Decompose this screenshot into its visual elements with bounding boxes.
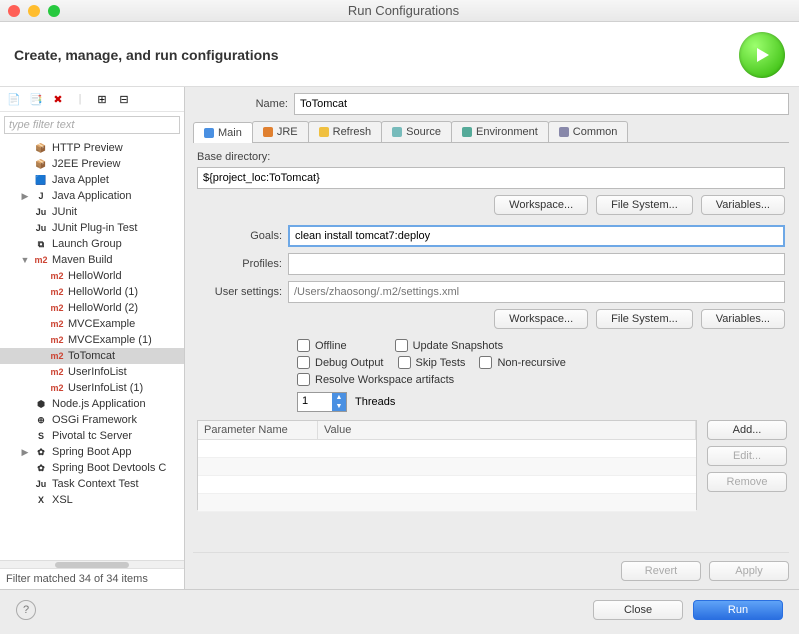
window-title: Run Configurations <box>68 3 739 18</box>
tree-item-node-js-application[interactable]: ⬢Node.js Application <box>0 396 184 412</box>
tree-item-helloworld-2-[interactable]: m2HelloWorld (2) <box>0 300 184 316</box>
zoom-traffic-light[interactable] <box>48 5 60 17</box>
variables-button[interactable]: Variables... <box>701 195 785 215</box>
tree-item-spring-boot-devtools-c[interactable]: ✿Spring Boot Devtools C <box>0 460 184 476</box>
dialog-header: Create, manage, and run configurations <box>0 22 799 87</box>
variables-button-2[interactable]: Variables... <box>701 309 785 329</box>
filesystem-button-2[interactable]: File System... <box>596 309 693 329</box>
tree-item-osgi-framework[interactable]: ⊕OSGi Framework <box>0 412 184 428</box>
edit-button[interactable]: Edit... <box>707 446 787 466</box>
tab-common[interactable]: Common <box>548 121 629 142</box>
dialog-footer: ? Close Run <box>0 589 799 630</box>
filter-input[interactable]: type filter text <box>4 116 180 134</box>
tree-item-spring-boot-app[interactable]: ▶✿Spring Boot App <box>0 444 184 460</box>
tree-item-mvcexample-1-[interactable]: m2MVCExample (1) <box>0 332 184 348</box>
workspace-button-2[interactable]: Workspace... <box>494 309 588 329</box>
delete-icon[interactable]: ✖ <box>50 91 66 107</box>
run-button[interactable]: Run <box>693 600 783 620</box>
resolve-checkbox[interactable]: Resolve Workspace artifacts <box>297 373 454 386</box>
name-input[interactable] <box>294 93 789 115</box>
goals-input[interactable] <box>288 225 785 247</box>
tab-refresh[interactable]: Refresh <box>308 121 383 142</box>
tree-item-helloworld[interactable]: m2HelloWorld <box>0 268 184 284</box>
left-toolbar: 📄 📑 ✖ | ⊞ ⊟ <box>0 87 184 112</box>
tree-item-java-application[interactable]: ▶JJava Application <box>0 188 184 204</box>
tab-main[interactable]: Main <box>193 122 253 143</box>
tree-item-maven-build[interactable]: ▼m2Maven Build <box>0 252 184 268</box>
usersettings-input[interactable] <box>288 281 785 303</box>
expand-icon[interactable]: ⊞ <box>94 91 110 107</box>
config-tabs: Main JRE Refresh Source Environment Comm… <box>193 121 789 143</box>
col-param-name: Parameter Name <box>198 421 318 439</box>
tree-item-j2ee-preview[interactable]: 📦J2EE Preview <box>0 156 184 172</box>
close-button[interactable]: Close <box>593 600 683 620</box>
threads-label: Threads <box>355 396 395 408</box>
profiles-input[interactable] <box>288 253 785 275</box>
basedir-label: Base directory: <box>197 151 785 163</box>
offline-checkbox[interactable]: Offline <box>297 339 347 352</box>
tree-item-xsl[interactable]: XXSL <box>0 492 184 508</box>
minimize-traffic-light[interactable] <box>28 5 40 17</box>
tree-item-totomcat[interactable]: m2ToTomcat <box>0 348 184 364</box>
tree-item-pivotal-tc-server[interactable]: SPivotal tc Server <box>0 428 184 444</box>
skip-checkbox[interactable]: Skip Tests <box>398 356 466 369</box>
debug-checkbox[interactable]: Debug Output <box>297 356 384 369</box>
tree-item-http-preview[interactable]: 📦HTTP Preview <box>0 140 184 156</box>
tree-item-userinfolist[interactable]: m2UserInfoList <box>0 364 184 380</box>
separator: | <box>72 91 88 107</box>
header-subtitle: Create, manage, and run configurations <box>14 47 279 63</box>
macos-titlebar: Run Configurations <box>0 0 799 22</box>
apply-button[interactable]: Apply <box>709 561 789 581</box>
filesystem-button[interactable]: File System... <box>596 195 693 215</box>
tree-item-junit-plug-in-test[interactable]: JuJUnit Plug-in Test <box>0 220 184 236</box>
usersettings-label: User settings: <box>197 286 282 298</box>
name-label: Name: <box>193 98 288 110</box>
add-button[interactable]: Add... <box>707 420 787 440</box>
tab-jre[interactable]: JRE <box>252 121 309 142</box>
tree-item-mvcexample[interactable]: m2MVCExample <box>0 316 184 332</box>
new-config-icon[interactable]: 📄 <box>6 91 22 107</box>
tree-item-userinfolist-1-[interactable]: m2UserInfoList (1) <box>0 380 184 396</box>
horizontal-scrollbar[interactable] <box>0 560 184 568</box>
goals-label: Goals: <box>197 230 282 242</box>
threads-spinner[interactable]: 1 ▲▼ <box>297 392 347 412</box>
basedir-input[interactable] <box>197 167 785 189</box>
tree-item-junit[interactable]: JuJUnit <box>0 204 184 220</box>
nonrecursive-checkbox[interactable]: Non-recursive <box>479 356 565 369</box>
col-value: Value <box>318 421 696 439</box>
collapse-icon[interactable]: ⊟ <box>116 91 132 107</box>
tree-item-task-context-test[interactable]: JuTask Context Test <box>0 476 184 492</box>
right-pane: Name: Main JRE Refresh Source Environmen… <box>185 87 799 589</box>
remove-button[interactable]: Remove <box>707 472 787 492</box>
workspace-button[interactable]: Workspace... <box>494 195 588 215</box>
duplicate-icon[interactable]: 📑 <box>28 91 44 107</box>
help-icon[interactable]: ? <box>16 600 36 620</box>
tab-environment[interactable]: Environment <box>451 121 549 142</box>
revert-button[interactable]: Revert <box>621 561 701 581</box>
parameters-table[interactable]: Parameter Name Value <box>197 420 697 510</box>
profiles-label: Profiles: <box>197 258 282 270</box>
tree-item-java-applet[interactable]: 🟦Java Applet <box>0 172 184 188</box>
filter-status: Filter matched 34 of 34 items <box>0 568 184 589</box>
close-traffic-light[interactable] <box>8 5 20 17</box>
tree-item-launch-group[interactable]: ⧉Launch Group <box>0 236 184 252</box>
tab-source[interactable]: Source <box>381 121 452 142</box>
run-icon <box>739 32 785 78</box>
update-checkbox[interactable]: Update Snapshots <box>395 339 504 352</box>
config-tree[interactable]: 📦HTTP Preview📦J2EE Preview🟦Java Applet▶J… <box>0 138 184 560</box>
left-pane: 📄 📑 ✖ | ⊞ ⊟ type filter text 📦HTTP Previ… <box>0 87 185 589</box>
tree-item-helloworld-1-[interactable]: m2HelloWorld (1) <box>0 284 184 300</box>
